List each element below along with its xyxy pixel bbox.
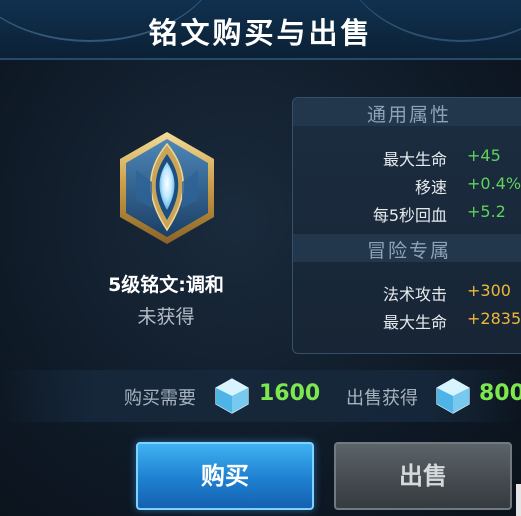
stat-label: 最大生命	[382, 150, 447, 169]
stats-panel: 通用属性 最大生命 +45 移速 +0.4% 每5秒回血 +5.2 冒险专属 法…	[292, 97, 521, 354]
stat-value: +5.2	[467, 202, 506, 221]
stat-label: 最大生命	[382, 313, 447, 332]
dialog-title: 铭文购买与出售	[148, 16, 373, 50]
stat-value: +300	[467, 281, 511, 300]
stat-row: 每5秒回血 +5.2	[293, 202, 521, 226]
stat-row: 移速 +0.4%	[293, 174, 521, 198]
adventure-stats-title: 冒险专属	[366, 240, 451, 262]
stat-value: +2835	[467, 309, 521, 328]
sell-button[interactable]: 出售	[334, 442, 512, 510]
stat-label: 移速	[414, 178, 447, 197]
sell-price-value: 800	[479, 381, 521, 406]
edge-marker	[516, 484, 521, 516]
stat-label: 法术攻击	[382, 285, 447, 304]
stat-label: 每5秒回血	[372, 206, 447, 225]
stat-row: 法术攻击 +300	[293, 281, 521, 305]
buy-price-value: 1600	[259, 381, 321, 406]
sell-price-label: 出售获得	[346, 388, 418, 409]
rune-status: 未获得	[137, 306, 195, 328]
stat-value: +0.4%	[467, 174, 521, 193]
buy-button[interactable]: 购买	[136, 442, 314, 510]
crystal-gem-icon	[436, 378, 470, 414]
stat-value: +45	[467, 146, 501, 165]
stat-row: 最大生命 +45	[293, 146, 521, 170]
buy-price-label: 购买需要	[124, 388, 196, 409]
general-stats-title: 通用属性	[366, 104, 451, 126]
crystal-gem-icon	[215, 378, 249, 414]
rune-name: 5级铭文:调和	[108, 274, 224, 296]
stat-row: 最大生命 +2835	[293, 309, 521, 333]
teardrop-rune-icon	[120, 132, 214, 244]
dialog-header: 铭文购买与出售	[0, 0, 521, 60]
